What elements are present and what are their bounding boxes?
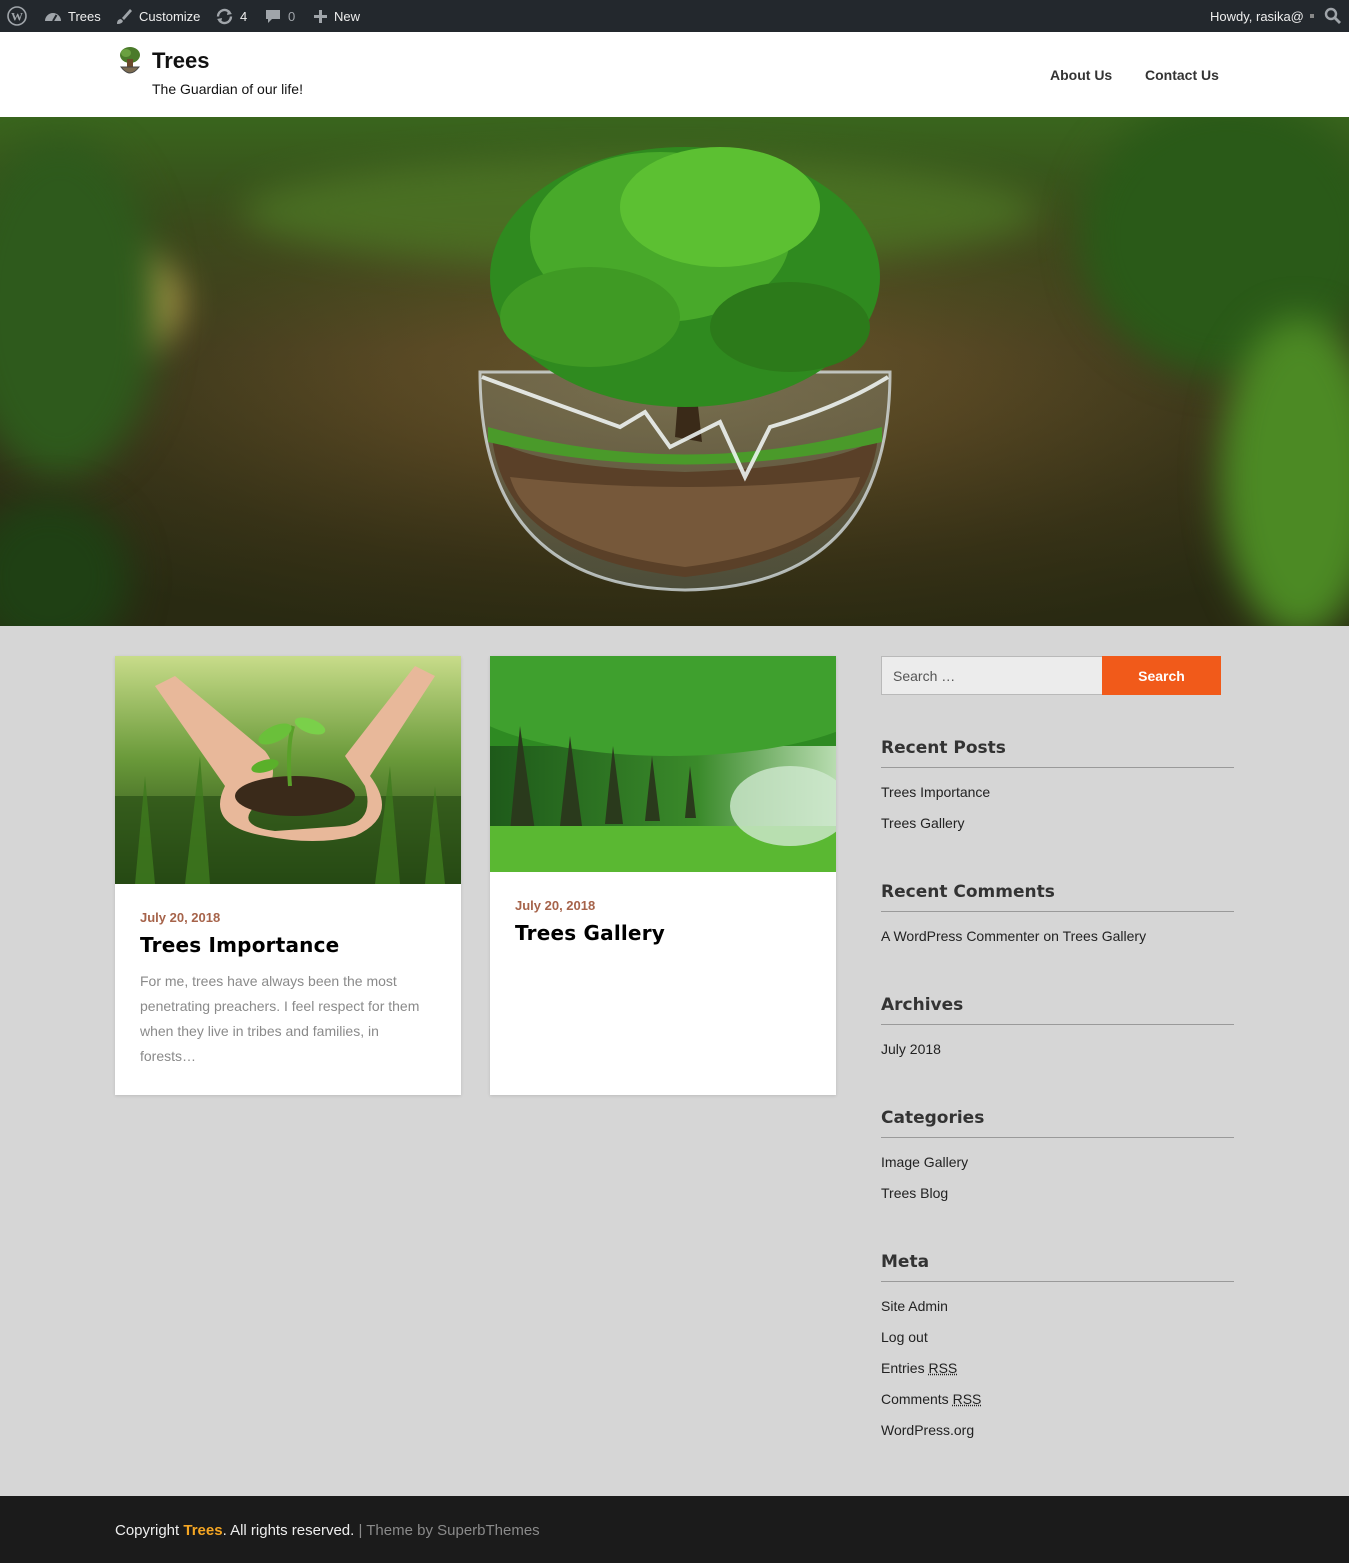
brush-icon bbox=[117, 9, 132, 24]
search-input[interactable]: Search … bbox=[881, 656, 1103, 695]
archive-link[interactable]: July 2018 bbox=[881, 1041, 941, 1057]
updates-icon bbox=[216, 8, 233, 24]
copyright-label: Copyright bbox=[115, 1522, 180, 1539]
admin-bar-updates[interactable]: 4 bbox=[215, 0, 247, 32]
widget-title-archives: Archives bbox=[881, 995, 1234, 1025]
footer-copyright: Copyright Trees. All rights reserved. | … bbox=[115, 1522, 540, 1539]
comments-label: Comments bbox=[881, 1391, 949, 1407]
recent-post-link[interactable]: Trees Importance bbox=[881, 784, 990, 800]
meta-comments-rss-link[interactable]: Comments RSS bbox=[881, 1391, 981, 1407]
post-card[interactable]: July 20, 2018 Trees Gallery bbox=[490, 656, 836, 1095]
plus-icon bbox=[314, 9, 327, 23]
site-title[interactable]: Trees bbox=[152, 48, 210, 74]
comment-on-text: on bbox=[1043, 928, 1059, 944]
post-date[interactable]: July 20, 2018 bbox=[515, 898, 595, 913]
footer-brand-link[interactable]: Trees bbox=[183, 1522, 222, 1539]
tree-tunnel-image bbox=[490, 656, 836, 872]
site-tagline: The Guardian of our life! bbox=[152, 81, 303, 97]
widget-title-categories: Categories bbox=[881, 1108, 1234, 1138]
recent-post-link[interactable]: Trees Gallery bbox=[881, 815, 965, 831]
post-excerpt: For me, trees have always been the most … bbox=[140, 973, 420, 1064]
post-date[interactable]: July 20, 2018 bbox=[140, 910, 220, 925]
howdy-text: Howdy, rasika@ bbox=[1210, 8, 1304, 24]
admin-bar: W Trees Customize 4 0 New Howdy, rasika@ bbox=[0, 0, 1349, 32]
comments-count: 0 bbox=[288, 8, 296, 24]
category-link[interactable]: Image Gallery bbox=[881, 1154, 968, 1170]
category-link[interactable]: Trees Blog bbox=[881, 1185, 948, 1201]
recent-comment-item: A WordPress Commenter on Trees Gallery bbox=[881, 928, 1146, 944]
meta-site-admin-link[interactable]: Site Admin bbox=[881, 1298, 948, 1314]
site-header: Trees The Guardian of our life! About Us… bbox=[0, 32, 1349, 117]
updates-count: 4 bbox=[240, 8, 248, 24]
post-title[interactable]: Trees Importance bbox=[140, 933, 339, 957]
post-thumbnail[interactable] bbox=[490, 656, 836, 872]
seedling-in-hands-image bbox=[115, 656, 461, 884]
admin-bar-customize-label: Customize bbox=[139, 8, 201, 24]
admin-bar-site-name: Trees bbox=[68, 8, 101, 24]
widget-title-recent-posts: Recent Posts bbox=[881, 738, 1234, 768]
admin-bar-account[interactable]: Howdy, rasika@ bbox=[1210, 0, 1314, 32]
theme-credit-link[interactable]: Theme by SuperbThemes bbox=[366, 1522, 539, 1539]
post-card[interactable]: July 20, 2018 Trees Importance For me, t… bbox=[115, 656, 461, 1095]
admin-bar-search-icon[interactable] bbox=[1324, 0, 1342, 32]
avatar bbox=[1309, 14, 1314, 18]
widget-title-meta: Meta bbox=[881, 1252, 1234, 1282]
admin-bar-new[interactable]: New bbox=[313, 0, 360, 32]
meta-wordpress-org-link[interactable]: WordPress.org bbox=[881, 1422, 974, 1438]
comment-author-link[interactable]: A WordPress Commenter bbox=[881, 928, 1039, 944]
meta-entries-rss-link[interactable]: Entries RSS bbox=[881, 1360, 957, 1376]
wordpress-logo-icon[interactable]: W bbox=[7, 0, 27, 32]
admin-bar-comments[interactable]: 0 bbox=[264, 0, 295, 32]
rss-abbr: RSS bbox=[928, 1360, 958, 1376]
comment-icon bbox=[266, 9, 280, 23]
meta-log-out-link[interactable]: Log out bbox=[881, 1329, 928, 1345]
tree-logo-icon[interactable] bbox=[116, 45, 144, 77]
admin-bar-customize[interactable]: Customize bbox=[115, 0, 200, 32]
site-footer: Copyright Trees. All rights reserved. | … bbox=[0, 1496, 1349, 1563]
rss-abbr: RSS bbox=[952, 1391, 982, 1407]
hero-image bbox=[0, 117, 1349, 626]
post-thumbnail[interactable] bbox=[115, 656, 461, 884]
rights-text: . All rights reserved. bbox=[222, 1522, 355, 1539]
admin-bar-new-label: New bbox=[334, 8, 361, 24]
nav-about-us[interactable]: About Us bbox=[1050, 67, 1112, 83]
footer-separator: | bbox=[354, 1522, 367, 1539]
widget-title-recent-comments: Recent Comments bbox=[881, 882, 1234, 912]
svg-text:W: W bbox=[11, 10, 23, 24]
search-button[interactable]: Search bbox=[1102, 656, 1221, 695]
nav-contact-us[interactable]: Contact Us bbox=[1145, 67, 1219, 83]
entries-label: Entries bbox=[881, 1360, 925, 1376]
comment-post-link[interactable]: Trees Gallery bbox=[1063, 928, 1147, 944]
dashboard-icon bbox=[45, 13, 61, 22]
tree-in-glass-illustration bbox=[478, 147, 892, 592]
post-title[interactable]: Trees Gallery bbox=[515, 921, 665, 945]
admin-bar-site-link[interactable]: Trees bbox=[44, 0, 101, 32]
